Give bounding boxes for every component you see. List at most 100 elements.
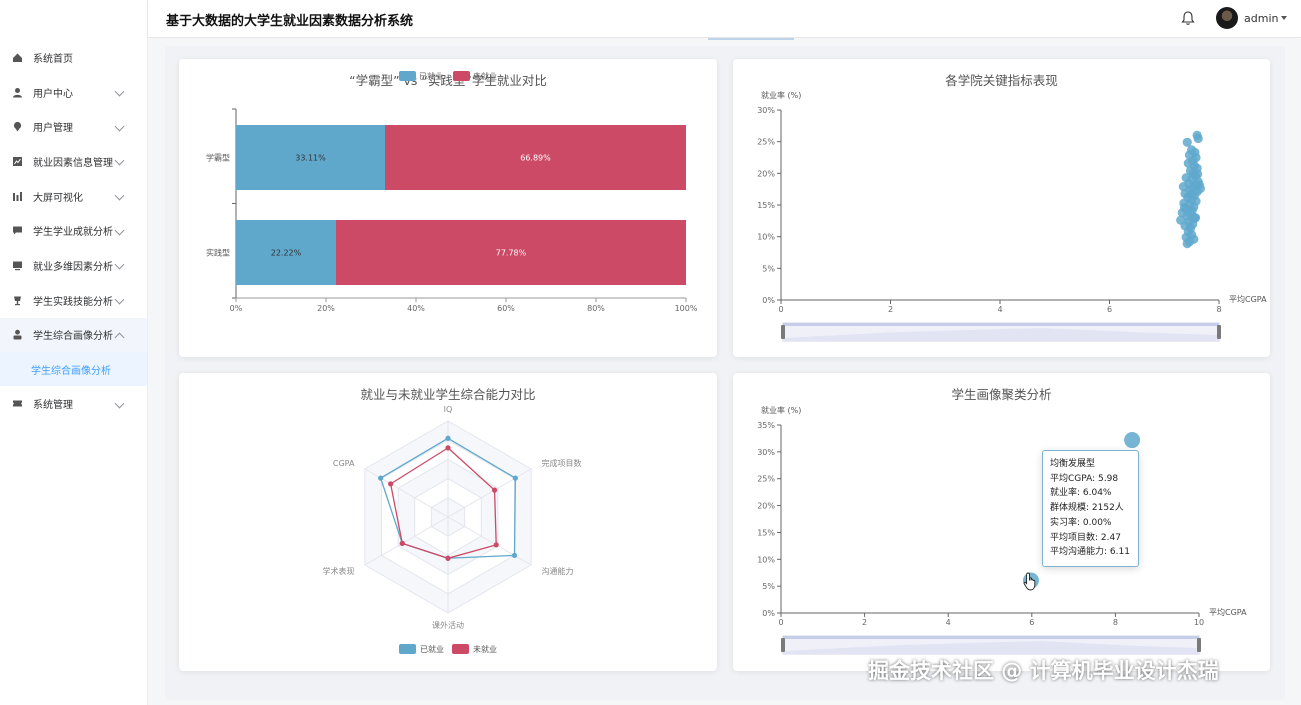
- x-tick-label: 8: [1113, 618, 1118, 627]
- x-tick-label: 6: [1107, 305, 1112, 314]
- sidebar-item-7[interactable]: 就业多维因素分析: [0, 248, 147, 283]
- sidebar-item-label: 学生学业成就分析: [33, 227, 113, 239]
- radar-point: [388, 481, 394, 487]
- x-axis-label: 平均CGPA: [1209, 607, 1247, 617]
- sidebar-item-3[interactable]: 用户管理: [0, 109, 147, 144]
- radar-point: [399, 540, 405, 546]
- x-tick-label: 60%: [497, 304, 515, 313]
- sidebar-item-label: 系统首页: [33, 53, 73, 65]
- data-label: 66.89%: [520, 154, 551, 163]
- x-tick-label: 100%: [675, 304, 698, 313]
- sidebar-item-4[interactable]: 就业因素信息管理: [0, 144, 147, 179]
- radar-point: [445, 445, 451, 451]
- y-tick-label: 15%: [757, 201, 775, 210]
- submenu-item-portrait[interactable]: 学生综合画像分析: [0, 352, 147, 387]
- chevron-down-icon: [114, 190, 125, 201]
- datazoom-selection: [783, 323, 1219, 326]
- x-tick-label: 80%: [587, 304, 605, 313]
- chevron-down-icon: [114, 260, 125, 270]
- data-point: [1186, 190, 1196, 200]
- sidebar-item-5[interactable]: 大屏可视化: [0, 179, 147, 214]
- legend-swatch: [453, 71, 470, 81]
- radar-point: [378, 475, 384, 481]
- y-tick-label: 10%: [757, 555, 775, 564]
- y-tick-label: 学霸型: [206, 153, 230, 163]
- bubble-chart: 就业率 (%) 平均CGPA 0% 5% 10% 15% 20% 25% 30% 35% 0 2 4 6 8…: [757, 405, 1247, 655]
- chevron-down-icon: [114, 155, 125, 166]
- radar-indicator-label: 沟通能力: [542, 566, 574, 576]
- sidebar-item-label: 大屏可视化: [33, 192, 83, 204]
- sidebar-item-label: 学生综合画像分析: [33, 331, 113, 343]
- data-point: [1179, 202, 1190, 213]
- y-tick-label: 0%: [762, 296, 775, 305]
- y-tick-label: 20%: [757, 502, 775, 511]
- x-tick-label: 0: [778, 618, 783, 627]
- bell-icon[interactable]: [1181, 10, 1195, 26]
- datazoom-handle-right: [1217, 325, 1221, 339]
- y-tick-label: 实践型: [206, 248, 230, 258]
- x-tick-label: 0: [778, 305, 783, 314]
- chevron-up-icon: [114, 332, 125, 343]
- radar-indicator-label: IQ: [444, 405, 453, 414]
- sidebar-item-6[interactable]: 学生学业成就分析: [0, 213, 147, 248]
- data-point: [1182, 239, 1192, 249]
- y-tick-label: 35%: [757, 421, 775, 430]
- sidebar: 系统首页用户中心用户管理就业因素信息管理 大屏可视化学生学业成就分析就业多维因素分…: [0, 0, 148, 705]
- legend-label: 已就业: [419, 71, 443, 81]
- legend-label: 已就业: [420, 644, 444, 654]
- tooltip-line: 平均项目数: 2.47: [1050, 532, 1121, 543]
- data-point: [1195, 183, 1205, 194]
- hand-cursor-icon: [1023, 572, 1036, 591]
- radar-indicator-label: 完成项目数: [542, 458, 582, 468]
- radar-point: [511, 552, 518, 558]
- y-tick-label: 0%: [762, 609, 775, 618]
- datazoom-handle-right: [1197, 638, 1201, 652]
- bar-icon: [12, 191, 23, 202]
- screen-icon: [12, 260, 23, 271]
- sidebar-item-10[interactable]: 系统管理: [0, 386, 147, 421]
- radar-point: [493, 542, 499, 548]
- x-tick-label: 20%: [317, 304, 335, 313]
- chevron-down-icon: [114, 121, 125, 132]
- sidebar-menu: 系统首页用户中心用户管理就业因素信息管理 大屏可视化学生学业成就分析就业多维因素分…: [0, 0, 147, 421]
- user-icon: [12, 87, 23, 98]
- data-label: 77.78%: [496, 249, 527, 258]
- sidebar-item-label: 就业因素信息管理: [33, 157, 113, 169]
- data-label: 33.11%: [295, 154, 326, 163]
- sidebar-item-label: 系统管理: [33, 400, 73, 412]
- person-icon: [12, 329, 23, 340]
- user-dropdown-icon[interactable]: [1281, 16, 1287, 20]
- data-point: [1124, 432, 1141, 449]
- tooltip-line: 就业率: 6.04%: [1050, 488, 1112, 499]
- radar-point: [445, 435, 451, 441]
- y-tick-label: 25%: [757, 475, 775, 484]
- x-tick-label: 4: [997, 305, 1002, 314]
- sidebar-item-2[interactable]: 用户中心: [0, 75, 147, 110]
- datazoom-selection: [783, 636, 1199, 639]
- y-axis-label: 就业率 (%): [761, 405, 801, 415]
- chart-tooltip: 均衡发展型 平均CGPA: 5.98 就业率: 6.04% 群体规模: 2152…: [1042, 450, 1139, 567]
- x-axis-label: 平均CGPA: [1229, 294, 1267, 304]
- sidebar-item-1[interactable]: 系统首页: [0, 40, 147, 75]
- y-tick-label: 10%: [757, 233, 775, 242]
- chat-icon: [12, 225, 23, 236]
- avatar[interactable]: [1216, 7, 1238, 29]
- user-name[interactable]: admin: [1244, 12, 1278, 25]
- data-label: 22.22%: [271, 249, 302, 258]
- chevron-down-icon: [114, 225, 125, 236]
- sidebar-item-9[interactable]: 学生综合画像分析: [0, 317, 147, 353]
- ticket-icon: [12, 398, 23, 409]
- tooltip-line: 平均沟通能力: 6.11: [1050, 547, 1130, 558]
- watermark: 掘金技术社区 @ 计算机毕业设计杰瑞: [868, 659, 1219, 683]
- home-icon: [12, 52, 23, 63]
- sidebar-item-label: 用户中心: [33, 88, 73, 100]
- radar-indicator-label: 学术表现: [322, 566, 354, 576]
- sidebar-item-8[interactable]: 学生实践技能分析: [0, 283, 147, 318]
- tooltip-line: 群体规模: 2152人: [1050, 503, 1124, 514]
- y-tick-label: 20%: [757, 169, 775, 178]
- x-tick-label: 40%: [407, 304, 425, 313]
- datazoom-handle-left: [781, 325, 785, 339]
- sidebar-item-label: 学生实践技能分析: [33, 296, 113, 308]
- scatter-chart: 就业率 (%) 平均CGPA 0% 5% 10% 15% 20% 25% 30% 0 2 4 6 8: [757, 90, 1267, 342]
- legend-label: 未就业: [473, 644, 497, 654]
